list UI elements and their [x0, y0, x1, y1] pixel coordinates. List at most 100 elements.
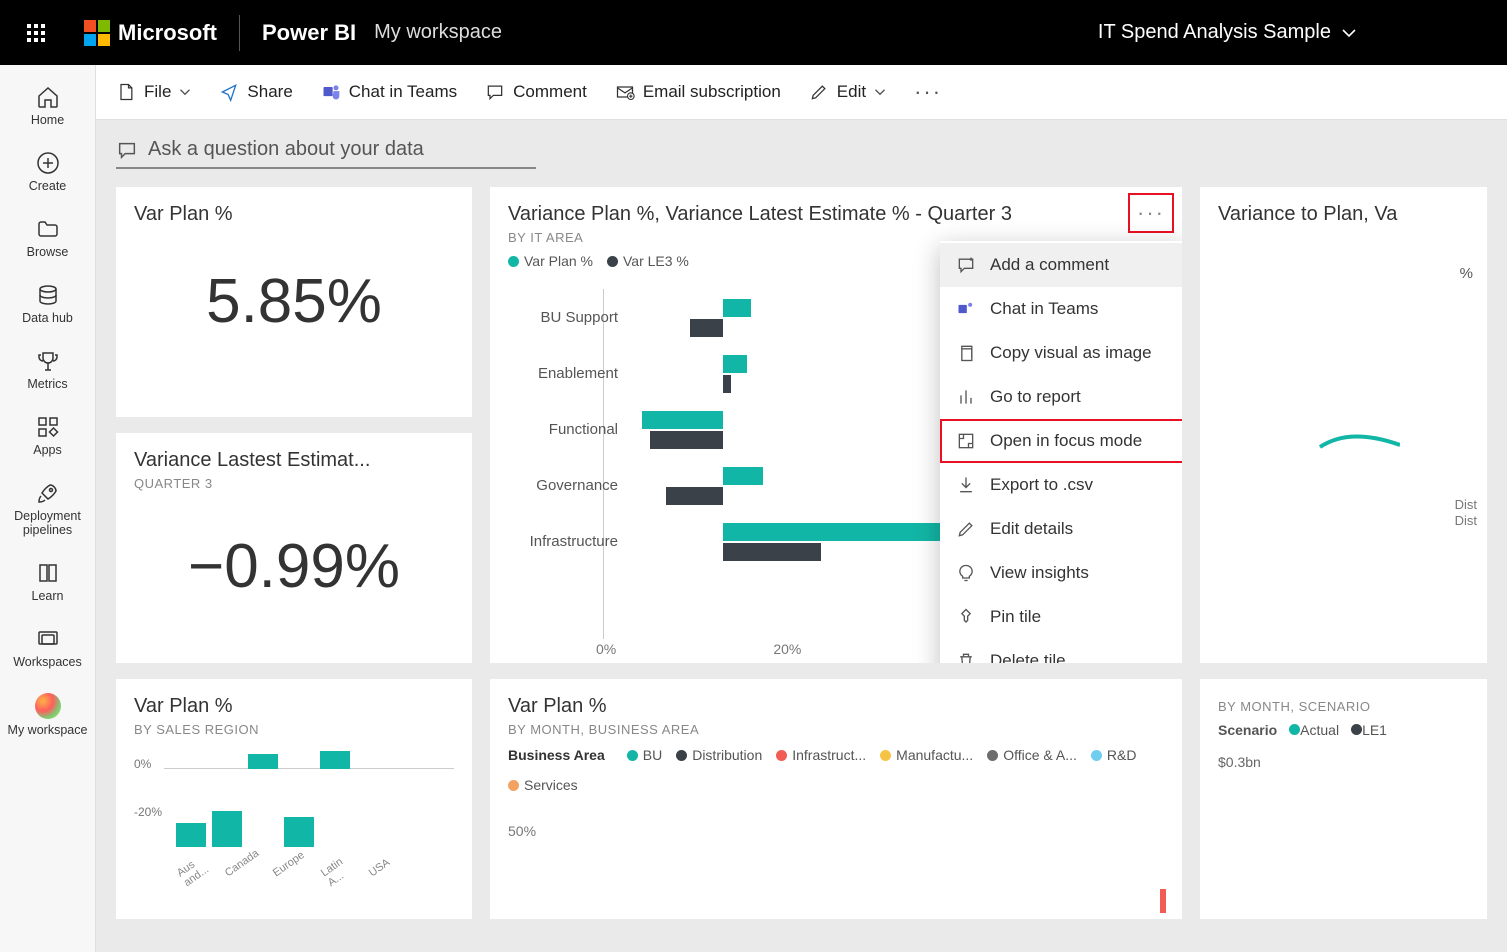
product-label[interactable]: Power BI [262, 20, 356, 46]
export-icon [956, 475, 976, 495]
chat-teams-button[interactable]: Chat in Teams [321, 82, 457, 102]
tile-subtitle: QUARTER 3 [134, 476, 454, 491]
tile-var-plan-sales-region[interactable]: Var Plan % BY SALES REGION 0% -20% [116, 679, 472, 919]
menu-label: Chat in Teams [990, 299, 1098, 319]
plus-circle-icon [36, 151, 60, 175]
company-label: Microsoft [118, 20, 217, 46]
toolbar-label: Edit [837, 82, 866, 102]
workspace-breadcrumb[interactable]: My workspace [374, 21, 502, 44]
menu-copy-visual[interactable]: Copy visual as image [940, 331, 1182, 375]
tile-context-menu: Add a comment Chat in Teams Copy visual … [940, 241, 1182, 663]
kpi-value: 5.85% [134, 266, 454, 337]
category-label: Infrastructure [508, 533, 618, 550]
tile-title: Variance Lastest Estimat... [134, 449, 454, 472]
home-icon [36, 85, 60, 109]
pct-label: % [1460, 265, 1473, 282]
menu-label: Go to report [990, 387, 1081, 407]
category-label: BU Support [508, 309, 618, 326]
menu-open-focus-mode[interactable]: Open in focus mode [940, 419, 1182, 463]
nav-home[interactable]: Home [0, 77, 95, 139]
copy-icon [956, 343, 976, 363]
nav-browse[interactable]: Browse [0, 209, 95, 271]
tile-title: Variance to Plan, Va [1218, 203, 1469, 226]
menu-label: Copy visual as image [990, 343, 1152, 363]
comment-add-icon [956, 255, 976, 275]
tile-title: Var Plan % [134, 695, 454, 718]
file-menu[interactable]: File [116, 82, 191, 102]
tile-subtitle: BY MONTH, BUSINESS AREA [508, 722, 1164, 737]
nav-workspaces[interactable]: Workspaces [0, 619, 95, 681]
menu-view-insights[interactable]: View insights [940, 551, 1182, 595]
toolbar-label: Email subscription [643, 82, 781, 102]
nav-label: Home [31, 113, 64, 127]
teams-icon [956, 299, 976, 319]
comment-button[interactable]: Comment [485, 82, 587, 102]
menu-label: Delete tile [990, 651, 1066, 663]
tile-subtitle: BY SALES REGION [134, 722, 454, 737]
nav-label: Learn [32, 589, 64, 603]
nav-create[interactable]: Create [0, 143, 95, 205]
legend-fragment: Dist [1455, 497, 1477, 512]
menu-delete-tile[interactable]: Delete tile [940, 639, 1182, 663]
nav-label: Deployment pipelines [0, 509, 95, 537]
workspace-avatar-icon [35, 693, 61, 719]
menu-edit-details[interactable]: Edit details [940, 507, 1182, 551]
nav-label: Data hub [22, 311, 73, 325]
nav-learn[interactable]: Learn [0, 553, 95, 615]
microsoft-logo-icon [84, 20, 110, 46]
chart-legend: Scenario Actual LE1 [1218, 722, 1469, 738]
app-launcher-icon[interactable] [18, 15, 54, 51]
file-icon [116, 82, 136, 102]
menu-label: Open in focus mode [990, 431, 1142, 451]
comment-icon [116, 139, 138, 161]
nav-label: Metrics [27, 377, 67, 391]
chevron-down-icon [1341, 25, 1357, 41]
left-nav: Home Create Browse Data hub Metrics Apps… [0, 65, 96, 952]
nav-label: Browse [27, 245, 69, 259]
nav-metrics[interactable]: Metrics [0, 341, 95, 403]
menu-goto-report[interactable]: Go to report [940, 375, 1182, 419]
menu-label: View insights [990, 563, 1089, 583]
menu-chat-teams[interactable]: Chat in Teams [940, 287, 1182, 331]
bar-fragment [1160, 889, 1166, 913]
tile-variance-by-it-area[interactable]: Variance Plan %, Variance Latest Estimat… [490, 187, 1182, 663]
report-name-label: IT Spend Analysis Sample [1098, 21, 1331, 44]
more-options-button[interactable]: ··· [914, 79, 942, 105]
share-button[interactable]: Share [219, 82, 292, 102]
report-dropdown[interactable]: IT Spend Analysis Sample [1098, 21, 1357, 44]
tile-var-plan-month-biz[interactable]: Var Plan % BY MONTH, BUSINESS AREA Busin… [490, 679, 1182, 919]
tile-variance-to-plan[interactable]: Variance to Plan, Va % Dist Dist [1200, 187, 1487, 663]
kpi-value: −0.99% [134, 531, 454, 602]
microsoft-logo: Microsoft [84, 15, 240, 51]
toolbar-label: File [144, 82, 171, 102]
chart-icon [956, 387, 976, 407]
trophy-icon [36, 349, 60, 373]
tile-var-le-pct[interactable]: Variance Lastest Estimat... QUARTER 3 −0… [116, 433, 472, 663]
focus-icon [956, 431, 976, 451]
menu-label: Pin tile [990, 607, 1041, 627]
nav-datahub[interactable]: Data hub [0, 275, 95, 337]
action-toolbar: File Share Chat in Teams Comment Email s… [96, 65, 1507, 120]
menu-add-comment[interactable]: Add a comment [940, 243, 1182, 287]
legend-fragment: Dist [1455, 513, 1477, 528]
mini-bar-chart [152, 757, 454, 847]
tile-subtitle: BY MONTH, SCENARIO [1218, 699, 1469, 714]
tile-title: Variance Plan %, Variance Latest Estimat… [508, 203, 1164, 226]
qna-input[interactable]: Ask a question about your data [116, 134, 536, 169]
trash-icon [956, 651, 976, 663]
pin-icon [956, 607, 976, 627]
nav-pipelines[interactable]: Deployment pipelines [0, 473, 95, 549]
tile-by-month-scenario[interactable]: BY MONTH, SCENARIO Scenario Actual LE1 $… [1200, 679, 1487, 919]
edit-button[interactable]: Edit [809, 82, 886, 102]
pencil-icon [809, 82, 829, 102]
email-sub-button[interactable]: Email subscription [615, 82, 781, 102]
nav-apps[interactable]: Apps [0, 407, 95, 469]
comment-icon [485, 82, 505, 102]
tile-more-options-button[interactable]: ··· [1128, 193, 1174, 233]
menu-pin-tile[interactable]: Pin tile [940, 595, 1182, 639]
nav-my-workspace[interactable]: My workspace [0, 685, 95, 749]
nav-label: My workspace [8, 723, 88, 737]
share-icon [219, 82, 239, 102]
menu-export-csv[interactable]: Export to .csv [940, 463, 1182, 507]
tile-var-plan-pct[interactable]: Var Plan % 5.85% [116, 187, 472, 417]
